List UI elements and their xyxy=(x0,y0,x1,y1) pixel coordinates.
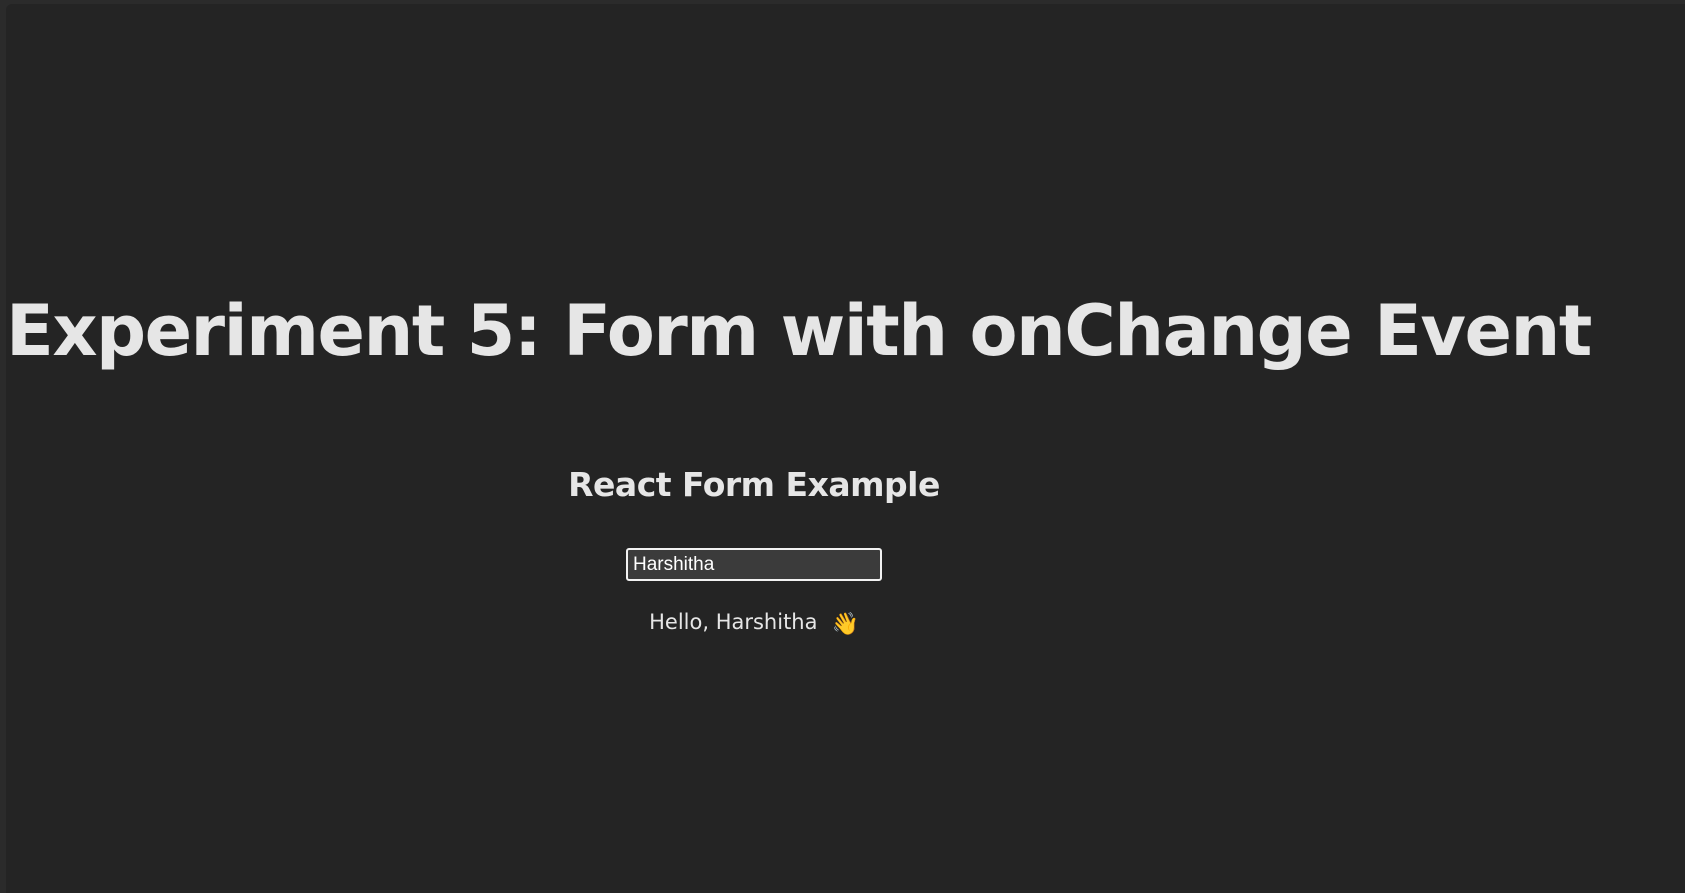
name-input[interactable] xyxy=(626,548,882,581)
waving-hand-icon: 👋 xyxy=(831,612,859,637)
greeting-text: Hello, Harshitha 👋 xyxy=(6,607,1502,637)
react-form: React Form Example Hello, Harshitha 👋 xyxy=(6,460,1502,637)
page-title: Experiment 5: Form with onChange Event xyxy=(6,290,1592,372)
app-window: Experiment 5: Form with onChange Event R… xyxy=(6,4,1685,893)
greeting-label: Hello, Harshitha xyxy=(649,610,818,634)
form-heading: React Form Example xyxy=(568,465,940,504)
